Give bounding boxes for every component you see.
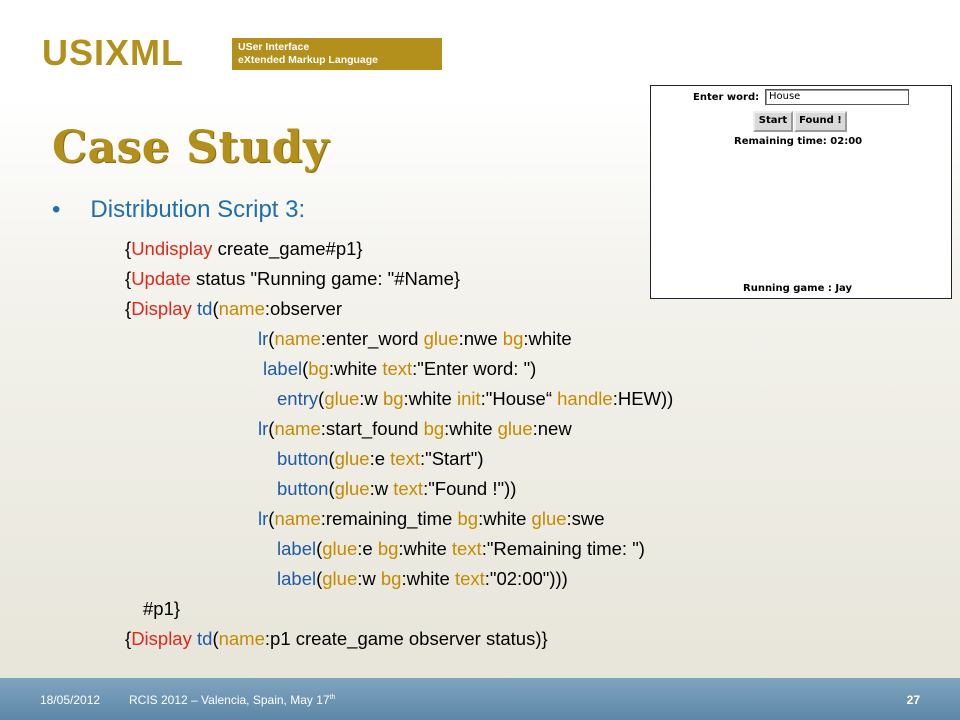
enter-word-label: Enter word: (693, 92, 760, 103)
bullet-item: • Distribution Script 3: (52, 196, 305, 224)
bullet-dot-icon: • (52, 196, 61, 223)
code-line-5: label(bg:white text:"Enter word: ") (263, 358, 537, 379)
found-button[interactable]: Found ! (794, 111, 847, 132)
footer-conference-text: RCIS 2012 – Valencia, Spain, May 17 (129, 693, 330, 707)
logo-tagline-line-1: USer Interface (238, 41, 310, 53)
footer-conference: RCIS 2012 – Valencia, Spain, May 17th (129, 693, 335, 707)
game-ui-screenshot: Enter word: House Start Found ! Remainin… (650, 85, 952, 299)
logo-tagline: USer Interface eXtended Markup Language (232, 38, 442, 70)
footer-conference-sup: th (329, 694, 336, 701)
code-line-9: button(glue:w text:"Found !")) (277, 478, 517, 499)
code-line-6: entry(glue:w bg:white init:"House“ handl… (277, 388, 674, 409)
code-line-13: #p1} (143, 598, 181, 619)
logo-wordmark: USIXML (42, 32, 185, 73)
bullet-text: Distribution Script 3: (90, 196, 306, 223)
code-line-7: lr(name:start_found bg:white glue:new (258, 418, 572, 439)
code-line-8: button(glue:e text:"Start") (277, 448, 484, 469)
code-line-4: lr(name:enter_word glue:nwe bg:white (258, 328, 572, 349)
page-number: 27 (906, 693, 920, 707)
code-line-1: {Undisplay create_game#p1} (125, 238, 363, 259)
logo-tagline-line-2: eXtended Markup Language (238, 54, 379, 66)
footer-date: 18/05/2012 (40, 693, 101, 707)
footer-bar: 18/05/2012 RCIS 2012 – Valencia, Spain, … (0, 678, 960, 720)
code-line-12: label(glue:w bg:white text:"02:00"))) (277, 568, 568, 589)
start-button[interactable]: Start (753, 111, 793, 132)
code-line-2: {Update status "Running game: "#Name} (125, 268, 461, 289)
code-line-3: {Display td(name:observer (125, 298, 343, 319)
code-line-14: {Display td(name:p1 create_game observer… (125, 628, 548, 649)
code-line-11: label(glue:e bg:white text:"Remaining ti… (277, 538, 645, 559)
word-entry-field[interactable]: House (765, 89, 909, 105)
slide-title: Case Study (52, 122, 330, 173)
code-line-10: lr(name:remaining_time bg:white glue:swe (258, 508, 605, 529)
remaining-time-label: Remaining time: 02:00 (734, 136, 863, 147)
status-label: Running game : Jay (743, 283, 852, 294)
